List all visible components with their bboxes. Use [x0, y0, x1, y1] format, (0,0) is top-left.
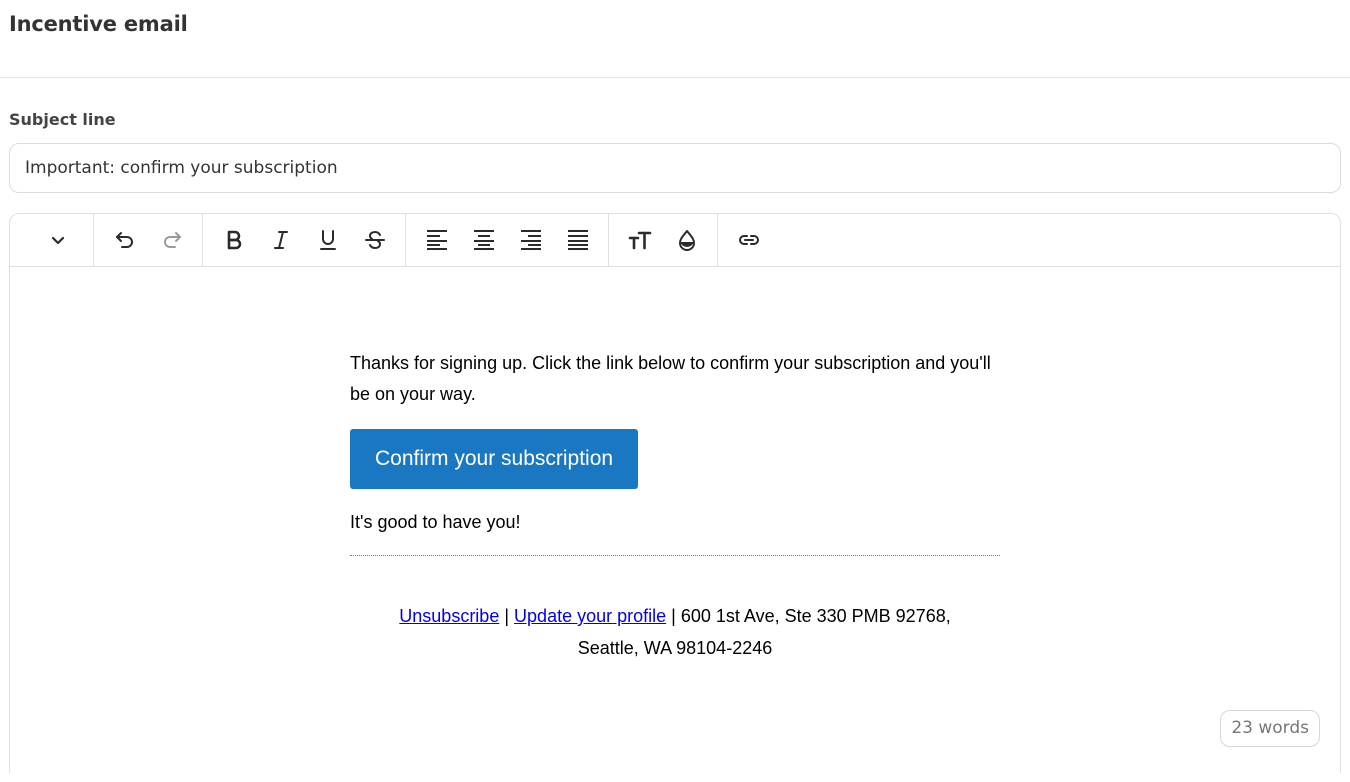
bold-button[interactable] [214, 220, 254, 260]
page-title: Incentive email [9, 12, 188, 36]
redo-button[interactable] [152, 220, 192, 260]
subject-line-label: Subject line [9, 110, 116, 129]
editor-content-area[interactable]: Thanks for signing up. Click the link be… [10, 268, 1340, 773]
toolbar-group-history [94, 214, 203, 266]
bold-icon [227, 230, 241, 250]
align-justify-button[interactable] [558, 220, 598, 260]
align-right-icon [520, 230, 541, 250]
insert-link-button[interactable] [729, 220, 769, 260]
chevron-down-icon [51, 236, 64, 245]
header-divider [0, 77, 1350, 78]
email-intro-text[interactable]: Thanks for signing up. Click the link be… [350, 348, 1000, 410]
italic-button[interactable] [261, 220, 301, 260]
link-icon [738, 235, 759, 245]
email-footer: Unsubscribe | Update your profile | 600 … [350, 600, 1000, 664]
footer-separator: | [504, 606, 510, 626]
footer-address-line1: 600 1st Ave, Ste 330 PMB 92768, [680, 606, 951, 626]
align-justify-icon [567, 230, 588, 250]
undo-button[interactable] [105, 220, 145, 260]
footer-separator: | [671, 606, 676, 626]
toolbar-group-text-style [203, 214, 406, 266]
subject-line-input[interactable] [9, 143, 1341, 193]
footer-divider [350, 555, 1000, 556]
italic-icon [273, 231, 288, 249]
email-content: Thanks for signing up. Click the link be… [350, 348, 1000, 664]
email-editor: Thanks for signing up. Click the link be… [9, 213, 1341, 773]
strikethrough-button[interactable] [355, 220, 395, 260]
update-profile-link[interactable]: Update your profile [514, 606, 666, 626]
toolbar-group-format [10, 214, 94, 266]
underline-button[interactable] [308, 220, 348, 260]
redo-icon [163, 232, 181, 248]
font-size-button[interactable] [620, 220, 660, 260]
toolbar-group-font [609, 214, 718, 266]
format-dropdown-button[interactable] [38, 220, 78, 260]
word-count-badge: 23 words [1220, 710, 1320, 747]
toolbar-group-insert [718, 214, 779, 266]
email-closing-text[interactable]: It's good to have you! [350, 510, 1000, 534]
text-color-button[interactable] [667, 220, 707, 260]
color-drop-icon [678, 230, 695, 251]
underline-icon [319, 230, 336, 250]
align-center-icon [473, 230, 494, 250]
align-right-button[interactable] [511, 220, 551, 260]
align-left-icon [426, 230, 447, 250]
unsubscribe-link[interactable]: Unsubscribe [399, 606, 499, 626]
undo-icon [115, 232, 133, 248]
align-left-button[interactable] [417, 220, 457, 260]
font-size-icon [628, 231, 651, 250]
strikethrough-icon [364, 230, 385, 250]
toolbar-group-alignment [406, 214, 609, 266]
footer-address-line2: Seattle, WA 98104-2246 [577, 638, 773, 658]
align-center-button[interactable] [464, 220, 504, 260]
confirm-subscription-button[interactable]: Confirm your subscription [350, 429, 639, 489]
editor-toolbar [10, 214, 1340, 267]
